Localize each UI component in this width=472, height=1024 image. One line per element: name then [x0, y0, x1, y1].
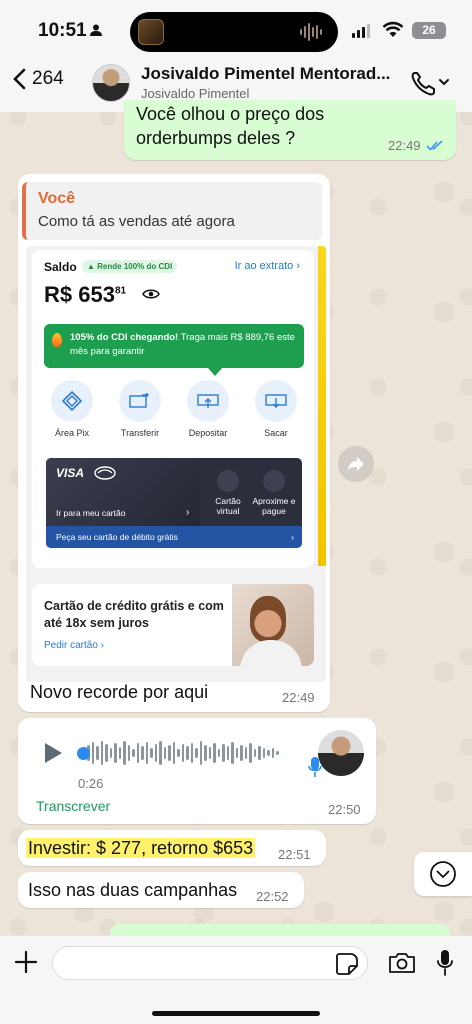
credit-card-offer: Cartão de crédito grátis e com até 18x s…	[32, 584, 314, 666]
message-text: Investir: $ 277, retorno $653	[26, 838, 256, 858]
dynamic-island[interactable]	[130, 12, 338, 52]
voice-waveform[interactable]	[78, 740, 279, 766]
message-time: 22:49	[388, 138, 421, 153]
wifi-icon	[382, 21, 404, 37]
phone-call-icon[interactable]	[410, 70, 450, 96]
bank-app-screenshot[interactable]: Saldo ▲ Rende 100% do CDI Ir ao extrato …	[26, 246, 326, 682]
sticker-icon[interactable]	[336, 953, 358, 975]
message-incoming[interactable]: Investir: $ 277, retorno $653 22:51	[18, 830, 326, 866]
battery-indicator: 26	[412, 22, 446, 39]
message-time: 22:50	[328, 802, 361, 817]
message-incoming[interactable]: Isso nas duas campanhas 22:52	[18, 872, 304, 908]
transfer-icon	[129, 393, 149, 408]
audio-wave-icon	[300, 23, 322, 41]
forward-icon	[348, 457, 364, 471]
quoted-message[interactable]: Você Como tá as vendas até agora	[22, 182, 322, 240]
back-button[interactable]: 264	[12, 68, 64, 90]
contactless-option: Aproxime e pague	[252, 470, 296, 516]
balance-card: Saldo ▲ Rende 100% do CDI Ir ao extrato …	[32, 250, 314, 568]
microphone-icon[interactable]	[436, 949, 454, 977]
person-icon	[90, 24, 102, 36]
cdi-promo-banner: 105% do CDI chegando! Traga mais R$ 889,…	[44, 324, 304, 368]
pix-icon	[62, 391, 82, 411]
playback-scrubber[interactable]	[77, 747, 90, 760]
statement-link: Ir ao extrato ›	[234, 260, 300, 272]
promo-pointer	[208, 368, 222, 376]
flame-icon	[52, 333, 62, 347]
debit-card-panel: VISA Ir para meu cartão › Cartão virtual…	[46, 458, 302, 548]
image-caption: Novo recorde por aqui	[30, 682, 209, 702]
home-indicator	[152, 1011, 320, 1016]
chevron-right-icon: ›	[291, 532, 294, 542]
message-outgoing[interactable]: Você olhou o preço dos orderbumps deles …	[124, 100, 456, 160]
contact-name[interactable]: Josivaldo Pimentel Mentorad...	[141, 64, 399, 84]
scroll-to-bottom-button[interactable]	[414, 852, 472, 896]
mic-icon	[308, 757, 322, 777]
composer-bar	[0, 936, 472, 1024]
yellow-edge	[318, 246, 326, 566]
unread-count: 264	[32, 68, 64, 89]
debit-card-request: Peça seu cartão de débito grátis ›	[46, 526, 302, 548]
action-transfer: Transferir	[112, 380, 168, 438]
play-icon[interactable]	[42, 742, 64, 764]
deposit-icon	[197, 394, 219, 408]
plus-icon[interactable]	[14, 950, 38, 974]
message-input[interactable]	[52, 946, 368, 980]
action-withdraw: Sacar	[248, 380, 304, 438]
transcribe-button[interactable]: Transcrever	[36, 798, 110, 814]
card-brand-icon	[94, 466, 116, 480]
model-photo	[232, 584, 314, 666]
chevron-down-icon	[430, 861, 456, 887]
contact-subtitle: Josivaldo Pimentel	[141, 86, 250, 101]
withdraw-icon	[265, 394, 287, 408]
signal-icon	[352, 24, 370, 38]
double-check-icon	[426, 140, 443, 151]
action-deposit: Depositar	[180, 380, 236, 438]
credit-offer-title: Cartão de crédito grátis e com até 18x s…	[44, 599, 224, 630]
contact-avatar[interactable]	[92, 64, 130, 102]
card-image: VISA Ir para meu cartão ›	[46, 458, 200, 526]
message-text: Você olhou o preço dos orderbumps deles …	[136, 104, 325, 148]
visa-logo: VISA	[56, 466, 85, 480]
message-time: 22:49	[282, 690, 315, 705]
chevron-left-icon	[13, 68, 26, 90]
virtual-card-option: Cartão virtual	[206, 470, 250, 516]
voice-duration: 0:26	[78, 776, 104, 791]
message-text: Isso nas duas campanhas	[28, 880, 238, 900]
message-time: 22:52	[256, 889, 289, 904]
chevron-right-icon: ›	[186, 507, 190, 518]
quote-text: Como tá as vendas até agora	[38, 213, 235, 230]
sender-avatar	[318, 730, 364, 776]
balance-amount: R$ 65381	[44, 282, 127, 307]
camera-icon[interactable]	[388, 952, 416, 974]
now-playing-thumbnail	[138, 19, 164, 45]
message-time: 22:51	[278, 847, 311, 862]
quote-author: Você	[38, 190, 76, 207]
status-time: 10:51	[38, 20, 87, 41]
quick-actions: Área Pix Transferir Depositar Sacar	[44, 380, 304, 438]
eye-icon	[142, 289, 160, 299]
balance-label: Saldo	[44, 260, 77, 274]
contactless-icon	[263, 470, 285, 492]
cdi-badge: ▲ Rende 100% do CDI	[82, 260, 178, 273]
action-pix: Área Pix	[44, 380, 100, 438]
forward-button[interactable]	[338, 446, 374, 482]
virtual-card-icon	[217, 470, 239, 492]
card-go-label: Ir para meu cartão	[56, 508, 126, 518]
request-card-link: Pedir cartão ›	[44, 640, 105, 651]
status-bar: 10:51 26	[0, 0, 472, 62]
